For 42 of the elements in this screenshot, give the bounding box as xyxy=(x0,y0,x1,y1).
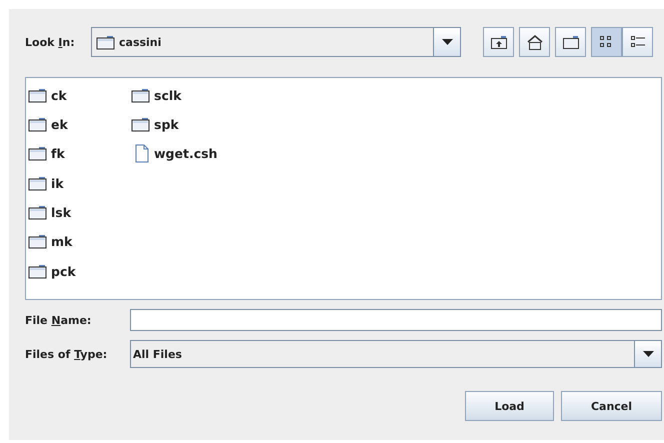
dropdown-arrow-icon xyxy=(642,351,654,357)
field-label: Look In: xyxy=(25,36,76,48)
folder-icon xyxy=(28,205,47,220)
file-item[interactable]: pck xyxy=(28,261,131,282)
file-item[interactable]: wget.csh xyxy=(131,144,234,164)
field-label: Files of Type: xyxy=(25,348,108,360)
up-folder-button[interactable] xyxy=(483,27,514,57)
file-item[interactable]: spk xyxy=(131,114,234,134)
folder-icon xyxy=(28,146,47,162)
details-view-icon xyxy=(630,35,646,49)
look-in-dropdown[interactable]: cassini xyxy=(91,27,461,57)
file-item[interactable]: lsk xyxy=(28,202,131,223)
file-icon xyxy=(134,144,150,164)
folder-name: cassini xyxy=(119,36,162,48)
dropdown-arrow-icon xyxy=(442,39,452,45)
home-button[interactable] xyxy=(519,27,550,57)
load-button[interactable]: Load xyxy=(465,391,554,421)
new-folder-button[interactable] xyxy=(555,27,586,57)
folder-icon xyxy=(131,88,150,102)
folder-icon xyxy=(28,116,47,132)
file-item[interactable]: ek xyxy=(28,114,131,134)
file-type-value: All Files xyxy=(133,348,182,360)
details-view-button[interactable] xyxy=(622,27,653,57)
folder-icon xyxy=(28,88,47,102)
folder-icon xyxy=(28,264,47,279)
folder-icon xyxy=(562,34,580,50)
file-name-field[interactable] xyxy=(130,309,662,331)
field-label: File Name: xyxy=(25,314,92,326)
home-icon xyxy=(526,34,544,50)
file-item[interactable]: ik xyxy=(28,173,131,194)
file-item[interactable]: sclk xyxy=(131,85,234,105)
folder-up-icon xyxy=(490,34,508,50)
cancel-button[interactable]: Cancel xyxy=(561,391,662,421)
folder-icon xyxy=(28,234,47,250)
folder-icon xyxy=(131,116,150,132)
folder-icon xyxy=(96,34,115,50)
folder-icon xyxy=(28,176,47,191)
list-view-button[interactable] xyxy=(591,27,622,57)
file-item[interactable]: mk xyxy=(28,232,131,252)
file-item[interactable]: fk xyxy=(28,144,131,164)
file-type-dropdown[interactable]: All Files xyxy=(130,340,662,368)
file-item[interactable]: ck xyxy=(28,85,131,105)
